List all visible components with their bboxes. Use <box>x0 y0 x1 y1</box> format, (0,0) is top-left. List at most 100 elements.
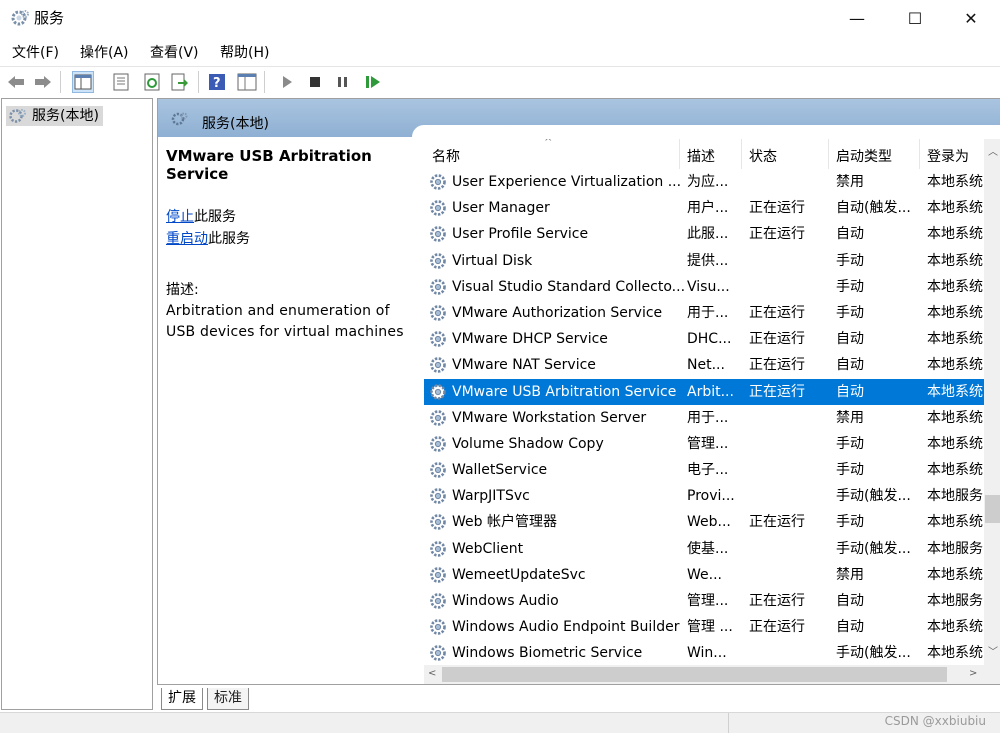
service-name: VMware Workstation Server <box>452 409 647 426</box>
service-name: VMware Authorization Service <box>452 304 663 321</box>
table-row[interactable]: VMware Workstation Server 用于... 禁用 本地系统 <box>424 405 984 431</box>
cell-startup-type: 手动 <box>836 462 864 479</box>
cell-logon-as: 本地系统 <box>927 200 983 217</box>
cell-status: 正在运行 <box>749 304 805 321</box>
maximize-button[interactable]: ☐ <box>886 0 944 36</box>
vertical-scroll-thumb[interactable] <box>985 495 1000 523</box>
start-icon[interactable] <box>276 71 298 93</box>
help-icon[interactable]: ? <box>206 71 228 93</box>
table-row[interactable]: WalletService 电子... 手动 本地系统 <box>424 457 984 483</box>
watermark-text: CSDN @xxbiubiu <box>884 714 986 728</box>
cell-status: 正在运行 <box>749 514 805 531</box>
action-suffix: 此服务 <box>194 209 236 225</box>
column-header-startup-type[interactable]: 启动类型 <box>836 146 892 166</box>
table-row[interactable]: Windows Biometric Service Win... 手动(触发... 本… <box>424 640 984 666</box>
tree-item-services-local[interactable]: 服务(本地) <box>6 106 103 126</box>
table-row[interactable]: Windows Audio 管理... 正在运行 自动 本地服务 <box>424 588 984 614</box>
table-row[interactable]: Visual Studio Standard Collecto... Visu..… <box>424 274 984 300</box>
table-row[interactable]: WarpJITSvc Provi... 手动(触发... 本地服务 <box>424 483 984 509</box>
menu-action[interactable]: 操作(A) <box>80 42 129 62</box>
service-name: Virtual Disk <box>452 252 533 269</box>
services-panel: 服务(本地) VMware USB Arbitration Service 停止… <box>157 98 1000 685</box>
column-divider[interactable] <box>828 139 829 169</box>
column-header-description[interactable]: 描述 <box>687 146 715 166</box>
svg-text:?: ? <box>213 76 221 91</box>
cell-name: WarpJITSvc <box>428 483 686 509</box>
cell-logon-as: 本地系统 <box>927 174 983 190</box>
cell-description: 管理... <box>687 593 729 609</box>
scroll-left-icon[interactable]: < <box>428 668 436 679</box>
tab-standard[interactable]: 标准 <box>207 688 249 710</box>
resume-icon[interactable] <box>362 71 384 93</box>
cell-name: User Profile Service <box>428 221 686 247</box>
table-row[interactable]: Windows Audio Endpoint Builder 管理 ... 正在运行… <box>424 614 984 640</box>
table-row[interactable]: VMware Authorization Service 用于... 正在运行 手动 本… <box>424 300 984 326</box>
service-description-pane: VMware USB Arbitration Service 停止此服务 重启动… <box>166 147 416 343</box>
scroll-down-icon[interactable]: ﹀ <box>988 643 998 658</box>
cell-description: Arbit... <box>687 383 734 400</box>
selected-service-name: VMware USB Arbitration Service <box>166 147 372 183</box>
toolbar: ? <box>0 66 1000 96</box>
table-row[interactable]: User Manager 用户... 正在运行 自动(触发... 本地系统 <box>424 195 984 221</box>
column-header-logon-as[interactable]: 登录为 <box>927 146 969 166</box>
table-row[interactable]: VMware NAT Service Net... 正在运行 自动 本地系统 <box>424 352 984 378</box>
cell-description: Provi... <box>687 488 735 505</box>
table-row[interactable]: Volume Shadow Copy 管理... 手动 本地系统 <box>424 431 984 457</box>
cell-logon-as: 本地服务 <box>927 540 983 557</box>
cell-startup-type: 自动 <box>836 226 864 243</box>
menu-view[interactable]: 查看(V) <box>150 42 199 62</box>
cell-status: 正在运行 <box>749 619 805 636</box>
vertical-scrollbar[interactable]: ︿ ﹀ <box>984 139 1000 684</box>
stop-service-link[interactable]: 停止 <box>166 209 194 225</box>
scroll-right-icon[interactable]: > <box>969 668 977 679</box>
pause-icon[interactable] <box>332 71 354 93</box>
cell-startup-type: 自动 <box>836 357 864 374</box>
menu-bar: 文件(F) 操作(A) 查看(V) 帮助(H) <box>0 36 1000 66</box>
cell-description: Web... <box>687 514 731 531</box>
table-row[interactable]: Web 帐户管理器 Web... 正在运行 手动 本地系统 <box>424 509 984 535</box>
cell-description: 用于... <box>687 409 729 426</box>
cell-logon-as: 本地系统 <box>927 645 983 662</box>
restart-service-link[interactable]: 重启动 <box>166 231 208 247</box>
table-row[interactable]: User Experience Virtualization ... 为应... 禁… <box>424 169 984 195</box>
cell-name: WebClient <box>428 536 686 562</box>
action-restart: 重启动此服务 <box>166 228 416 250</box>
service-name: Windows Audio Endpoint Builder <box>452 619 680 636</box>
forward-icon[interactable] <box>32 71 54 93</box>
column-header-name[interactable]: 名称 <box>432 146 460 166</box>
minimize-button[interactable]: — <box>828 0 886 36</box>
column-divider[interactable] <box>741 139 742 169</box>
column-header-status[interactable]: 状态 <box>749 146 777 166</box>
cell-description: Net... <box>687 357 725 374</box>
properties-icon[interactable] <box>110 71 132 93</box>
column-divider[interactable] <box>919 139 920 169</box>
table-row[interactable]: WemeetUpdateSvc We... 禁用 本地系统 <box>424 562 984 588</box>
refresh-icon[interactable] <box>141 71 163 93</box>
cell-logon-as: 本地系统 <box>927 619 983 636</box>
action-stop: 停止此服务 <box>166 206 416 228</box>
column-divider[interactable] <box>679 139 680 169</box>
cell-logon-as: 本地系统 <box>927 462 983 479</box>
table-row[interactable]: User Profile Service 此服... 正在运行 自动 本地系统 <box>424 221 984 247</box>
cell-description: 管理... <box>687 435 729 452</box>
menu-help[interactable]: 帮助(H) <box>220 42 269 62</box>
panel-header: 服务(本地) <box>158 99 1000 139</box>
table-row[interactable]: VMware DHCP Service DHC... 正在运行 自动 本地系统 <box>424 326 984 352</box>
horizontal-scrollbar[interactable]: < > <box>424 665 984 684</box>
cell-startup-type: 自动 <box>836 383 864 400</box>
stop-icon[interactable] <box>304 71 326 93</box>
horizontal-scroll-thumb[interactable] <box>442 667 947 682</box>
action-suffix: 此服务 <box>208 231 250 247</box>
menu-file[interactable]: 文件(F) <box>12 42 59 62</box>
tab-extended[interactable]: 扩展 <box>161 688 203 710</box>
table-row[interactable]: WebClient 使基... 手动(触发... 本地服务 <box>424 536 984 562</box>
table-row[interactable]: Virtual Disk 提供... 手动 本地系统 <box>424 248 984 274</box>
back-icon[interactable] <box>5 71 27 93</box>
console-icon[interactable] <box>236 71 258 93</box>
close-button[interactable]: ✕ <box>942 0 1000 36</box>
cell-startup-type: 禁用 <box>836 174 864 190</box>
show-tree-icon[interactable] <box>72 71 94 93</box>
table-row[interactable]: VMware USB Arbitration Service Arbit... 正在… <box>424 378 984 405</box>
export-icon[interactable] <box>168 71 190 93</box>
scroll-up-icon[interactable]: ︿ <box>988 143 998 158</box>
